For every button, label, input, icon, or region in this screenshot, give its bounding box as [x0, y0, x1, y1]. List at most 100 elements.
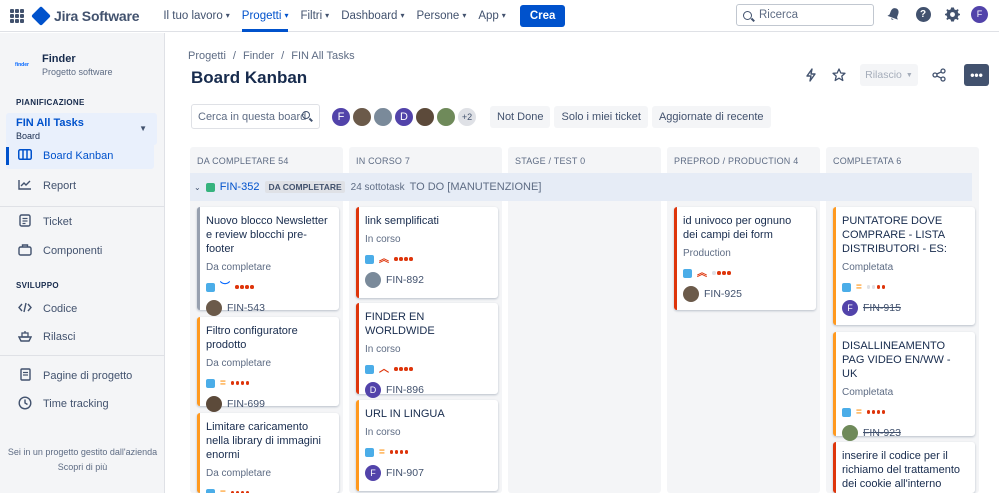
project-sidebar: finder Finder Progetto software PIANIFIC… [0, 33, 165, 493]
column-header: DA COMPLETARE 54 [197, 156, 289, 166]
sidebar-item-kanban-board[interactable]: Board Kanban [6, 143, 154, 169]
issue-card[interactable]: Nuovo blocco Newsletter e review blocchi… [197, 207, 339, 316]
notifications-icon[interactable] [884, 4, 904, 24]
star-icon[interactable] [828, 64, 850, 86]
sidebar-item-tickets[interactable]: Ticket [6, 209, 154, 235]
nav-item-projects[interactable]: Progetti ▾ [236, 0, 295, 32]
estimate-dots-icon [394, 367, 413, 371]
release-button[interactable]: Rilascio ▼ [860, 64, 918, 86]
assignee-avatar[interactable] [414, 106, 436, 128]
swimlane-issue-key[interactable]: FIN-352 [220, 181, 260, 193]
issue-key: FIN-699 [227, 398, 265, 410]
page-icon [16, 368, 34, 384]
assignee-avatar[interactable] [351, 106, 373, 128]
ticket-icon [16, 214, 34, 230]
issue-key: FIN-892 [386, 274, 424, 286]
card-footer: FIN-699 [206, 396, 331, 412]
priority-high-icon: ︽ [379, 253, 389, 265]
subtask-count: 24 sottotask [350, 181, 405, 193]
sidebar-item-releases[interactable]: Rilasci [6, 324, 154, 350]
priority-high-icon: ︿ [379, 363, 389, 375]
project-header[interactable]: finder Finder Progetto software [0, 33, 164, 77]
card-footer: D FIN-896 [365, 382, 490, 398]
assignee-avatar[interactable] [372, 106, 394, 128]
project-logo: finder [15, 62, 29, 68]
issue-card[interactable]: FINDER EN WORLDWIDE In corso ︿ D FIN-896 [356, 303, 498, 398]
priority-low-icon: ︶ [220, 281, 230, 293]
assignee-avatar [365, 272, 381, 288]
sidebar-item-components[interactable]: Componenti [6, 238, 154, 264]
status-badge: DA COMPLETARE [265, 181, 345, 193]
chevron-down-icon: ▾ [225, 11, 230, 20]
sidebar-item-reports[interactable]: Report [6, 173, 154, 199]
chevron-down-icon: ▾ [325, 11, 330, 20]
task-type-icon [365, 364, 374, 374]
assignee-avatar[interactable]: D [393, 106, 415, 128]
card-title: id univoco per ognuno dei campi dei form [683, 215, 792, 241]
issue-card[interactable]: Filtro configuratore prodotto Da complet… [197, 317, 339, 412]
card-status: Da completare [206, 262, 272, 273]
card-status: Da completare [206, 468, 272, 479]
swimlane-header[interactable]: ⌄ FIN-352 DA COMPLETARE 24 sottotask TO … [190, 173, 972, 201]
help-icon[interactable]: ? [913, 4, 933, 24]
filter-only-my-issues[interactable]: Solo i miei ticket [554, 106, 648, 128]
nav-item-filters[interactable]: Filtri ▾ [294, 0, 335, 32]
filter-not-done[interactable]: Not Done [490, 106, 551, 128]
estimate-dots-icon [712, 271, 731, 275]
code-icon [16, 302, 34, 316]
issue-card[interactable]: DISALLINEAMENTO PAG VIDEO EN/WW - UK Com… [833, 332, 975, 441]
sidebar-footer: Sei in un progetto gestito dall'azienda … [0, 445, 165, 475]
card-icons: = [365, 447, 490, 457]
nav-item-people[interactable]: Persone ▾ [410, 0, 472, 32]
card-icons: ︶ [206, 282, 331, 292]
chevron-down-icon: ▾ [284, 11, 289, 20]
sidebar-item-code[interactable]: Codice [6, 296, 154, 322]
card-status: Production [683, 248, 731, 259]
share-icon[interactable] [928, 64, 950, 86]
issue-card[interactable]: PUNTATORE DOVE COMPRARE - LISTA DISTRIBU… [833, 207, 975, 325]
settings-gear-icon[interactable] [942, 4, 962, 24]
card-status: Completata [842, 262, 894, 273]
create-button[interactable]: Crea [519, 4, 566, 27]
issue-card[interactable]: link semplificati In corso ︽ FIN-892 [356, 207, 498, 298]
assignee-avatar [206, 396, 222, 412]
assignee-avatar[interactable]: F [330, 106, 352, 128]
sidebar-item-project-pages[interactable]: Pagine di progetto [6, 363, 154, 389]
card-footer: FIN-923 [842, 425, 967, 441]
assignee-avatar[interactable] [435, 106, 457, 128]
more-assignees-button[interactable]: +2 [456, 106, 478, 128]
breadcrumb-board[interactable]: FIN All Tasks [291, 50, 354, 62]
card-icons: = [206, 488, 331, 493]
breadcrumb-finder[interactable]: Finder [243, 50, 274, 62]
issue-card[interactable]: Limitare caricamento nella library di im… [197, 413, 339, 493]
user-avatar[interactable]: F [971, 5, 988, 23]
nav-item-apps[interactable]: App ▾ [472, 0, 511, 32]
card-title: DISALLINEAMENTO PAG VIDEO EN/WW - UK [842, 340, 951, 380]
more-actions-button[interactable]: ••• [964, 64, 989, 86]
sidebar-item-time-tracking[interactable]: Time tracking [6, 391, 154, 417]
learn-more-link[interactable]: Scopri di più [0, 460, 165, 475]
app-switcher-icon[interactable] [10, 8, 24, 23]
assignee-avatar: F [842, 300, 858, 316]
breadcrumb-projects[interactable]: Progetti [188, 50, 226, 62]
sidebar-divider [0, 206, 165, 207]
issue-card[interactable]: inserire il codice per il richiamo del t… [833, 442, 975, 493]
board-selector[interactable]: FIN All Tasks Board ▼ [6, 113, 157, 145]
chevron-down-icon: ▼ [905, 71, 913, 79]
issue-key: FIN-925 [704, 288, 742, 300]
issue-card[interactable]: URL IN LINGUA In corso = F FIN-907 [356, 400, 498, 491]
global-search-input[interactable]: Ricerca [736, 4, 874, 26]
card-icons: = [842, 407, 967, 417]
issue-card[interactable]: id univoco per ognuno dei campi dei form… [674, 207, 816, 310]
jira-logo[interactable]: Jira Software [31, 5, 140, 26]
board-search-input[interactable]: Cerca in questa board [191, 104, 320, 129]
chevron-down-icon: ▾ [462, 11, 467, 20]
swimlane-title: TO DO [MANUTENZIONE] [409, 181, 542, 193]
automation-lightning-icon[interactable] [800, 64, 822, 86]
filter-recently-updated[interactable]: Aggiornate di recente [651, 106, 771, 128]
task-type-icon [842, 407, 851, 417]
assignee-avatar: F [365, 465, 381, 481]
nav-item-your-work[interactable]: Il tuo lavoro ▾ [157, 0, 235, 32]
column-header: COMPLETATA 6 [833, 156, 902, 166]
nav-item-dashboard[interactable]: Dashboard ▾ [335, 0, 410, 32]
